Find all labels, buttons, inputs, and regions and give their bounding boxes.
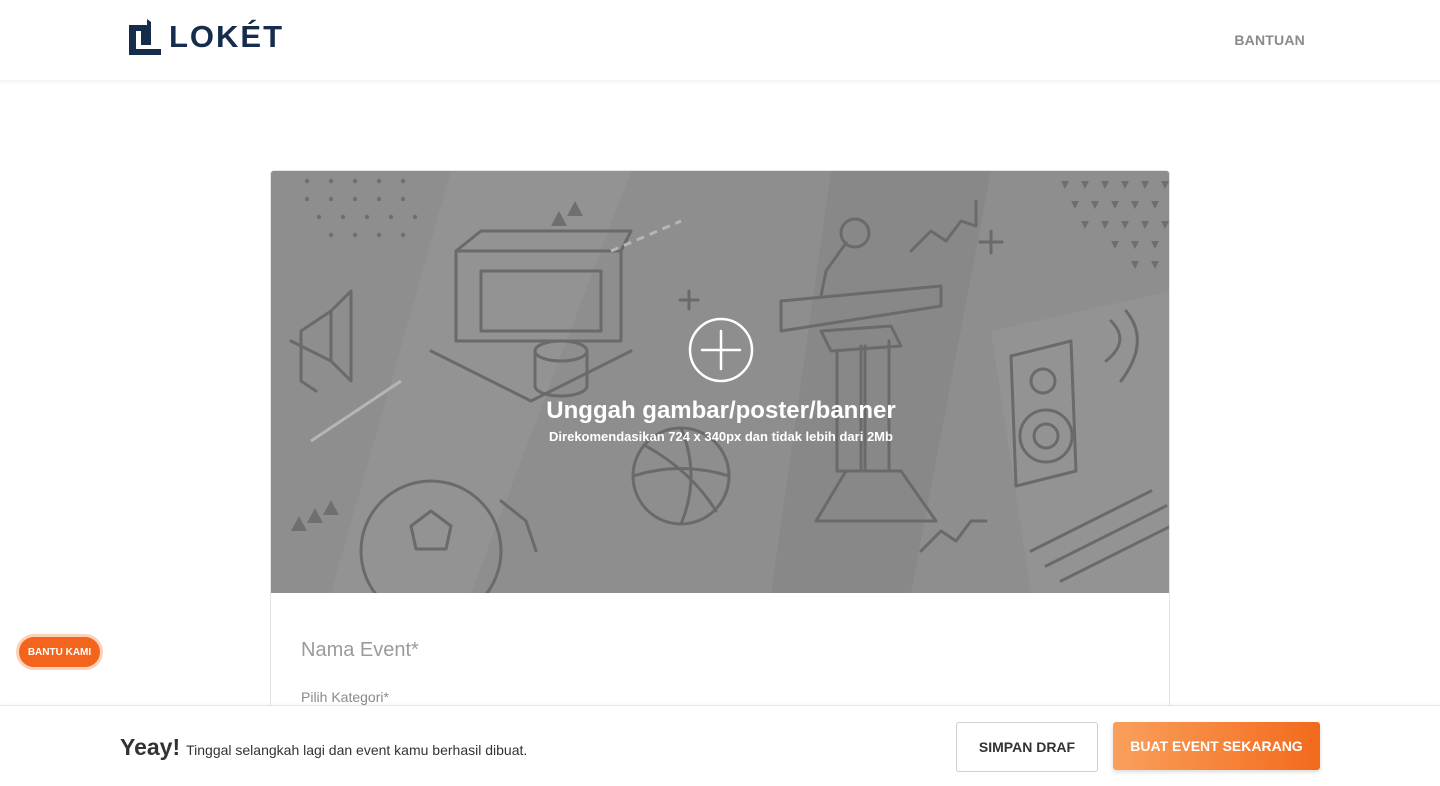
logo-text: LOKÉT xyxy=(169,19,285,54)
help-link[interactable]: BANTUAN xyxy=(1234,32,1305,48)
top-header: LOKÉT BANTUAN xyxy=(0,0,1440,80)
upload-prompt[interactable]: Unggah gambar/poster/banner Direkomendas… xyxy=(271,317,1169,445)
category-label: Pilih Kategori* xyxy=(301,689,389,705)
loket-logo[interactable]: LOKÉT xyxy=(129,18,284,56)
plus-circle-icon xyxy=(688,317,754,383)
save-draft-button[interactable]: SIMPAN DRAF xyxy=(956,722,1098,772)
completion-text: Tinggal selangkah lagi dan event kamu be… xyxy=(186,742,528,758)
bottom-action-bar: Yeay! Tinggal selangkah lagi dan event k… xyxy=(0,705,1440,786)
event-name-input[interactable] xyxy=(301,639,1141,662)
event-form-card: Unggah gambar/poster/banner Direkomendas… xyxy=(270,170,1170,730)
loket-logo-icon xyxy=(129,19,161,55)
completion-message: Yeay! Tinggal selangkah lagi dan event k… xyxy=(120,734,527,761)
banner-upload-area[interactable]: Unggah gambar/poster/banner Direkomendas… xyxy=(271,171,1169,593)
completion-headline: Yeay! xyxy=(120,734,181,760)
create-event-button[interactable]: BUAT EVENT SEKARANG xyxy=(1113,722,1320,770)
help-us-button[interactable]: BANTU KAMI xyxy=(16,634,103,670)
upload-title: Unggah gambar/poster/banner xyxy=(546,397,896,424)
upload-hint: Direkomendasikan 724 x 340px dan tidak l… xyxy=(549,429,893,444)
